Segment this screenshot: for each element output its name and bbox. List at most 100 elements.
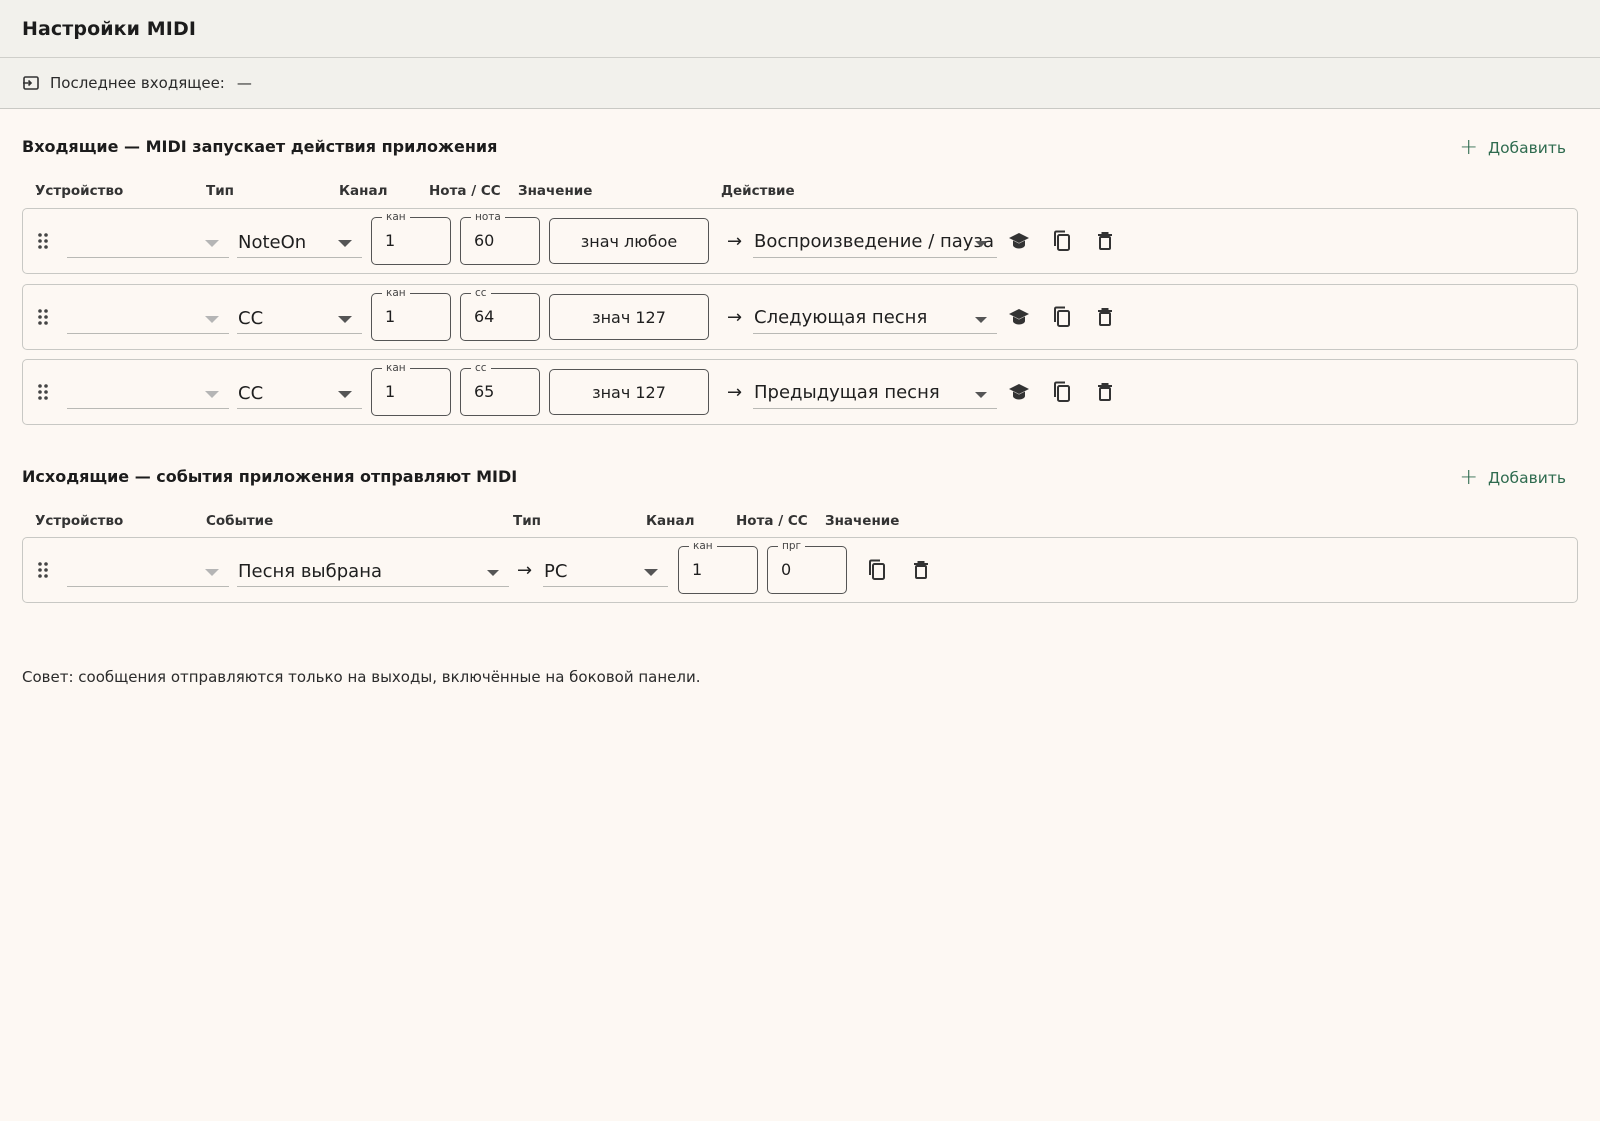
col-note-cc: Нота / CC [429, 183, 501, 199]
cc-value: 64 [474, 307, 495, 326]
chevron-down-icon [975, 241, 987, 247]
outgoing-add-label: Добавить [1487, 469, 1566, 487]
tip-text: Совет: сообщения отправляются только на … [22, 668, 701, 686]
device-select[interactable] [67, 560, 229, 587]
channel-value: 1 [385, 307, 396, 326]
arrow-right-icon: → [727, 231, 743, 252]
channel-legend: кан [382, 286, 410, 300]
col-type: Тип [206, 183, 234, 199]
last-incoming-bar: Последнее входящее: — [0, 58, 1600, 109]
type-select[interactable]: PC [543, 560, 668, 587]
col-device: Устройство [35, 513, 124, 529]
program-legend: прг [778, 539, 806, 553]
chevron-down-icon [205, 240, 219, 247]
program-field[interactable]: прг 0 [767, 539, 847, 594]
cc-field[interactable]: cc 65 [460, 361, 540, 416]
note-field[interactable]: нота 60 [460, 210, 540, 265]
type-value: CC [238, 308, 264, 329]
chevron-down-icon [644, 569, 658, 576]
channel-field[interactable]: кан 1 [678, 539, 758, 594]
channel-value: 1 [385, 231, 396, 250]
action-select[interactable]: Предыдущая песня [753, 382, 997, 409]
channel-value: 1 [385, 382, 396, 401]
delete-icon[interactable] [909, 558, 933, 582]
incoming-row: CC кан 1 cc 65 знач 127 → Предыдущая пес… [22, 359, 1578, 425]
outgoing-row: Песня выбрана → PC кан 1 прг 0 [22, 537, 1578, 603]
channel-legend: кан [382, 210, 410, 224]
learn-icon[interactable] [1007, 380, 1031, 404]
col-event: Событие [206, 513, 274, 529]
last-incoming-value: — [236, 74, 252, 92]
incoming-add-label: Добавить [1487, 139, 1566, 157]
device-select[interactable] [67, 307, 229, 334]
col-value: Значение [825, 513, 900, 529]
page-title: Настройки MIDI [22, 18, 197, 40]
value-button[interactable]: знач любое [549, 218, 709, 264]
learn-icon[interactable] [1007, 229, 1031, 253]
chevron-down-icon [205, 316, 219, 323]
type-select[interactable]: CC [237, 382, 362, 409]
channel-field[interactable]: кан 1 [371, 361, 451, 416]
outgoing-add-button[interactable]: + Добавить [1460, 467, 1566, 489]
copy-icon[interactable] [1050, 380, 1074, 404]
chevron-down-icon [338, 316, 352, 323]
note-legend: нота [471, 210, 505, 224]
copy-icon[interactable] [1050, 305, 1074, 329]
delete-icon[interactable] [1093, 380, 1117, 404]
action-value: Следующая песня [754, 307, 928, 328]
cc-legend: cc [471, 286, 491, 300]
copy-icon[interactable] [1050, 229, 1074, 253]
input-icon [22, 74, 40, 92]
incoming-section-title: Входящие — MIDI запускает действия прило… [22, 137, 498, 156]
type-value: PC [544, 561, 568, 582]
last-incoming-label: Последнее входящее: [50, 74, 225, 92]
col-channel: Канал [646, 513, 695, 529]
type-select[interactable]: CC [237, 307, 362, 334]
cc-legend: cc [471, 361, 491, 375]
action-select[interactable]: Следующая песня [753, 307, 997, 334]
chevron-down-icon [205, 391, 219, 398]
channel-field[interactable]: кан 1 [371, 210, 451, 265]
device-select[interactable] [67, 231, 229, 258]
chevron-down-icon [975, 317, 987, 323]
learn-icon[interactable] [1007, 305, 1031, 329]
delete-icon[interactable] [1093, 229, 1117, 253]
drag-handle-icon[interactable] [37, 561, 49, 579]
channel-field[interactable]: кан 1 [371, 286, 451, 341]
chevron-down-icon [975, 392, 987, 398]
plus-icon: + [1459, 465, 1478, 490]
note-value: 60 [474, 231, 495, 250]
event-select[interactable]: Песня выбрана [237, 560, 509, 587]
drag-handle-icon[interactable] [37, 232, 49, 250]
copy-icon[interactable] [865, 558, 889, 582]
program-value: 0 [781, 560, 792, 579]
drag-handle-icon[interactable] [37, 383, 49, 401]
value-button[interactable]: знач 127 [549, 294, 709, 340]
chevron-down-icon [338, 391, 352, 398]
title-bar: Настройки MIDI [0, 0, 1600, 58]
cc-value: 65 [474, 382, 495, 401]
value-button[interactable]: знач 127 [549, 369, 709, 415]
action-select[interactable]: Воспроизведение / пауза [753, 231, 997, 258]
channel-legend: кан [382, 361, 410, 375]
channel-value: 1 [692, 560, 703, 579]
type-select[interactable]: NoteOn [237, 231, 362, 258]
outgoing-section-title: Исходящие — события приложения отправляю… [22, 467, 518, 486]
col-note-cc: Нота / CC [736, 513, 808, 529]
incoming-add-button[interactable]: + Добавить [1460, 137, 1566, 159]
arrow-right-icon: → [727, 307, 743, 328]
incoming-row: NoteOn кан 1 нота 60 знач любое → Воспро… [22, 208, 1578, 274]
col-channel: Канал [339, 183, 388, 199]
col-device: Устройство [35, 183, 124, 199]
cc-field[interactable]: cc 64 [460, 286, 540, 341]
delete-icon[interactable] [1093, 305, 1117, 329]
col-value: Значение [518, 183, 593, 199]
drag-handle-icon[interactable] [37, 308, 49, 326]
arrow-right-icon: → [727, 382, 743, 403]
action-value: Предыдущая песня [754, 382, 940, 403]
type-value: NoteOn [238, 232, 307, 253]
arrow-right-icon: → [517, 560, 533, 581]
chevron-down-icon [487, 570, 499, 576]
device-select[interactable] [67, 382, 229, 409]
col-type: Тип [513, 513, 541, 529]
